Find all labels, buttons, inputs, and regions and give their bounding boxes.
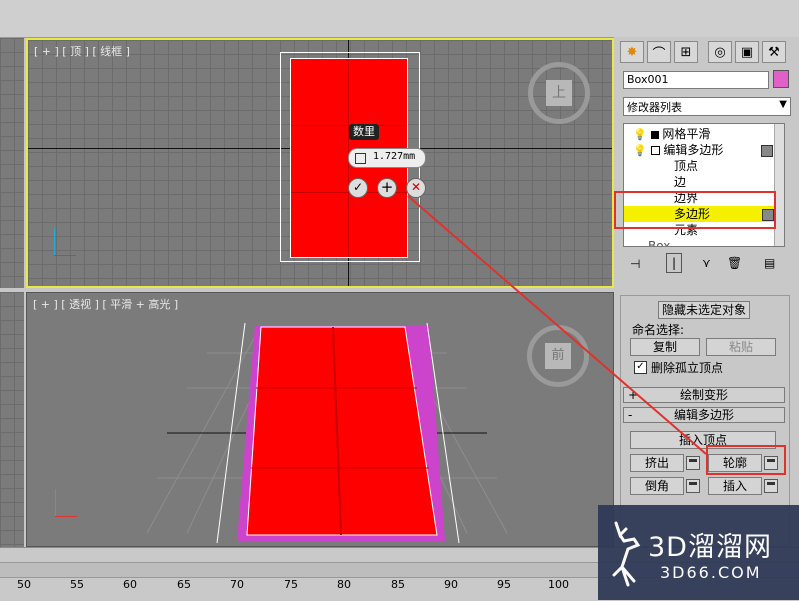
axis-tripod-icon	[50, 228, 80, 258]
watermark-url: 3D66.COM	[660, 563, 762, 582]
tick-label: 100	[548, 578, 569, 591]
deer-logo-icon	[612, 521, 641, 587]
stack-item-editpoly[interactable]: 💡 编辑多边形	[633, 142, 783, 158]
remove-modifier-icon[interactable]: 🗑	[727, 256, 742, 270]
rollout-edit-polygons[interactable]: - 编辑多边形	[623, 407, 785, 423]
object-color-swatch[interactable]	[773, 70, 789, 88]
extrude-button[interactable]: 挤出	[630, 454, 684, 472]
viewcube-top-face[interactable]: 上	[546, 80, 572, 106]
main-toolbar	[0, 0, 799, 38]
delete-isolated-label: 删除孤立顶点	[651, 361, 724, 375]
modify-tab-icon[interactable]: ⌒	[647, 41, 671, 63]
modifier-list-label: 修改器列表	[627, 101, 682, 114]
viewport-left-sliver-lower[interactable]	[0, 292, 24, 547]
make-unique-icon[interactable]: ⋎	[702, 256, 711, 270]
perspective-grid	[146, 322, 508, 544]
axis-tripod-persp-icon	[55, 489, 85, 519]
tick-label: 80	[337, 578, 351, 591]
callout-box-polygon	[614, 191, 776, 229]
configure-sets-icon[interactable]: ▤	[764, 256, 775, 270]
stack-item-label: 网格平滑	[662, 127, 711, 141]
tick-label: 60	[123, 578, 137, 591]
show-end-result-icon[interactable]: |	[666, 253, 682, 273]
bevel-settings-icon[interactable]	[686, 479, 700, 493]
stack-subitem-vertex[interactable]: 顶点	[674, 158, 774, 174]
viewport-left-sliver[interactable]	[0, 38, 24, 288]
watermark: 3D溜溜网 3D66.COM	[598, 505, 799, 600]
named-selection-label: 命名选择:	[632, 323, 685, 337]
stack-item-box[interactable]: Box	[648, 238, 748, 247]
tick-label: 85	[391, 578, 405, 591]
caddy-value: 1.727mm	[373, 151, 416, 162]
stack-item-label: 编辑多边形	[663, 143, 724, 157]
tick-label: 50	[17, 578, 31, 591]
spinner-icon[interactable]	[355, 153, 366, 164]
viewport-top[interactable]: [ + ] [ 顶 ] [ 线框 ] 数里 1.727mm ✓ + ✕ 上	[26, 38, 614, 288]
watermark-brand: 3D溜溜网	[648, 532, 772, 563]
rollout-title: 绘制变形	[679, 388, 728, 402]
viewcube-top[interactable]: 上	[528, 62, 590, 124]
inset-settings-icon[interactable]	[764, 479, 778, 493]
delete-isolated-checkbox[interactable]: ✓	[634, 361, 647, 374]
caddy-cancel-button[interactable]: ✕	[406, 178, 426, 198]
chevron-down-icon: ▼	[779, 99, 787, 110]
stack-item-label: Box	[648, 239, 671, 247]
inset-button[interactable]: 插入	[708, 477, 762, 495]
create-tab-icon[interactable]: ✸	[620, 41, 644, 63]
pin-stack-icon[interactable]: ⊣	[630, 257, 640, 271]
caddy-value-field[interactable]: 1.727mm	[348, 148, 426, 168]
stack-item-label: 边	[674, 175, 687, 189]
hide-unselected-button[interactable]: 隐藏未选定对象	[658, 301, 750, 319]
modifier-list-dropdown[interactable]: 修改器列表 ▼	[623, 97, 791, 116]
stack-item-label: 顶点	[674, 159, 699, 173]
bevel-button[interactable]: 倒角	[630, 477, 684, 495]
tick-label: 65	[177, 578, 191, 591]
extrude-settings-icon[interactable]	[686, 456, 700, 470]
stack-subitem-edge[interactable]: 边	[674, 174, 774, 190]
tick-label: 70	[230, 578, 244, 591]
callout-box-outline	[706, 445, 786, 475]
caddy-apply-button[interactable]: +	[377, 178, 397, 198]
copy-button[interactable]: 复制	[630, 338, 700, 356]
caddy-title: 数里	[349, 124, 379, 140]
display-tab-icon[interactable]: ▣	[735, 41, 759, 63]
rollout-title: 编辑多边形	[673, 408, 734, 422]
command-panel: ✸ ⌒ ⊞ ◎ ▣ ⚒ Box001 修改器列表 ▼ 💡 网格平滑 💡 编辑多边…	[614, 37, 799, 547]
viewport-perspective[interactable]: [ + ] [ 透视 ] [ 平滑 + 高光 ] 前	[26, 292, 614, 547]
tick-label: 95	[497, 578, 511, 591]
rollout-paint-deform[interactable]: + 绘制变形	[623, 387, 785, 403]
tick-label: 75	[284, 578, 298, 591]
stack-item-meshsmooth[interactable]: 💡 网格平滑	[633, 126, 783, 142]
tick-label: 55	[70, 578, 84, 591]
viewport-top-label[interactable]: [ + ] [ 顶 ] [ 线框 ]	[34, 43, 130, 59]
motion-tab-icon[interactable]: ◎	[708, 41, 732, 63]
viewcube-perspective[interactable]: 前	[527, 325, 589, 387]
hierarchy-tab-icon[interactable]: ⊞	[674, 41, 698, 63]
caddy-ok-button[interactable]: ✓	[348, 178, 368, 198]
viewcube-persp-face[interactable]: 前	[545, 343, 571, 369]
tick-label: 90	[444, 578, 458, 591]
paste-button[interactable]: 粘贴	[706, 338, 776, 356]
utilities-tab-icon[interactable]: ⚒	[762, 41, 786, 63]
object-name-field[interactable]: Box001	[623, 71, 769, 89]
